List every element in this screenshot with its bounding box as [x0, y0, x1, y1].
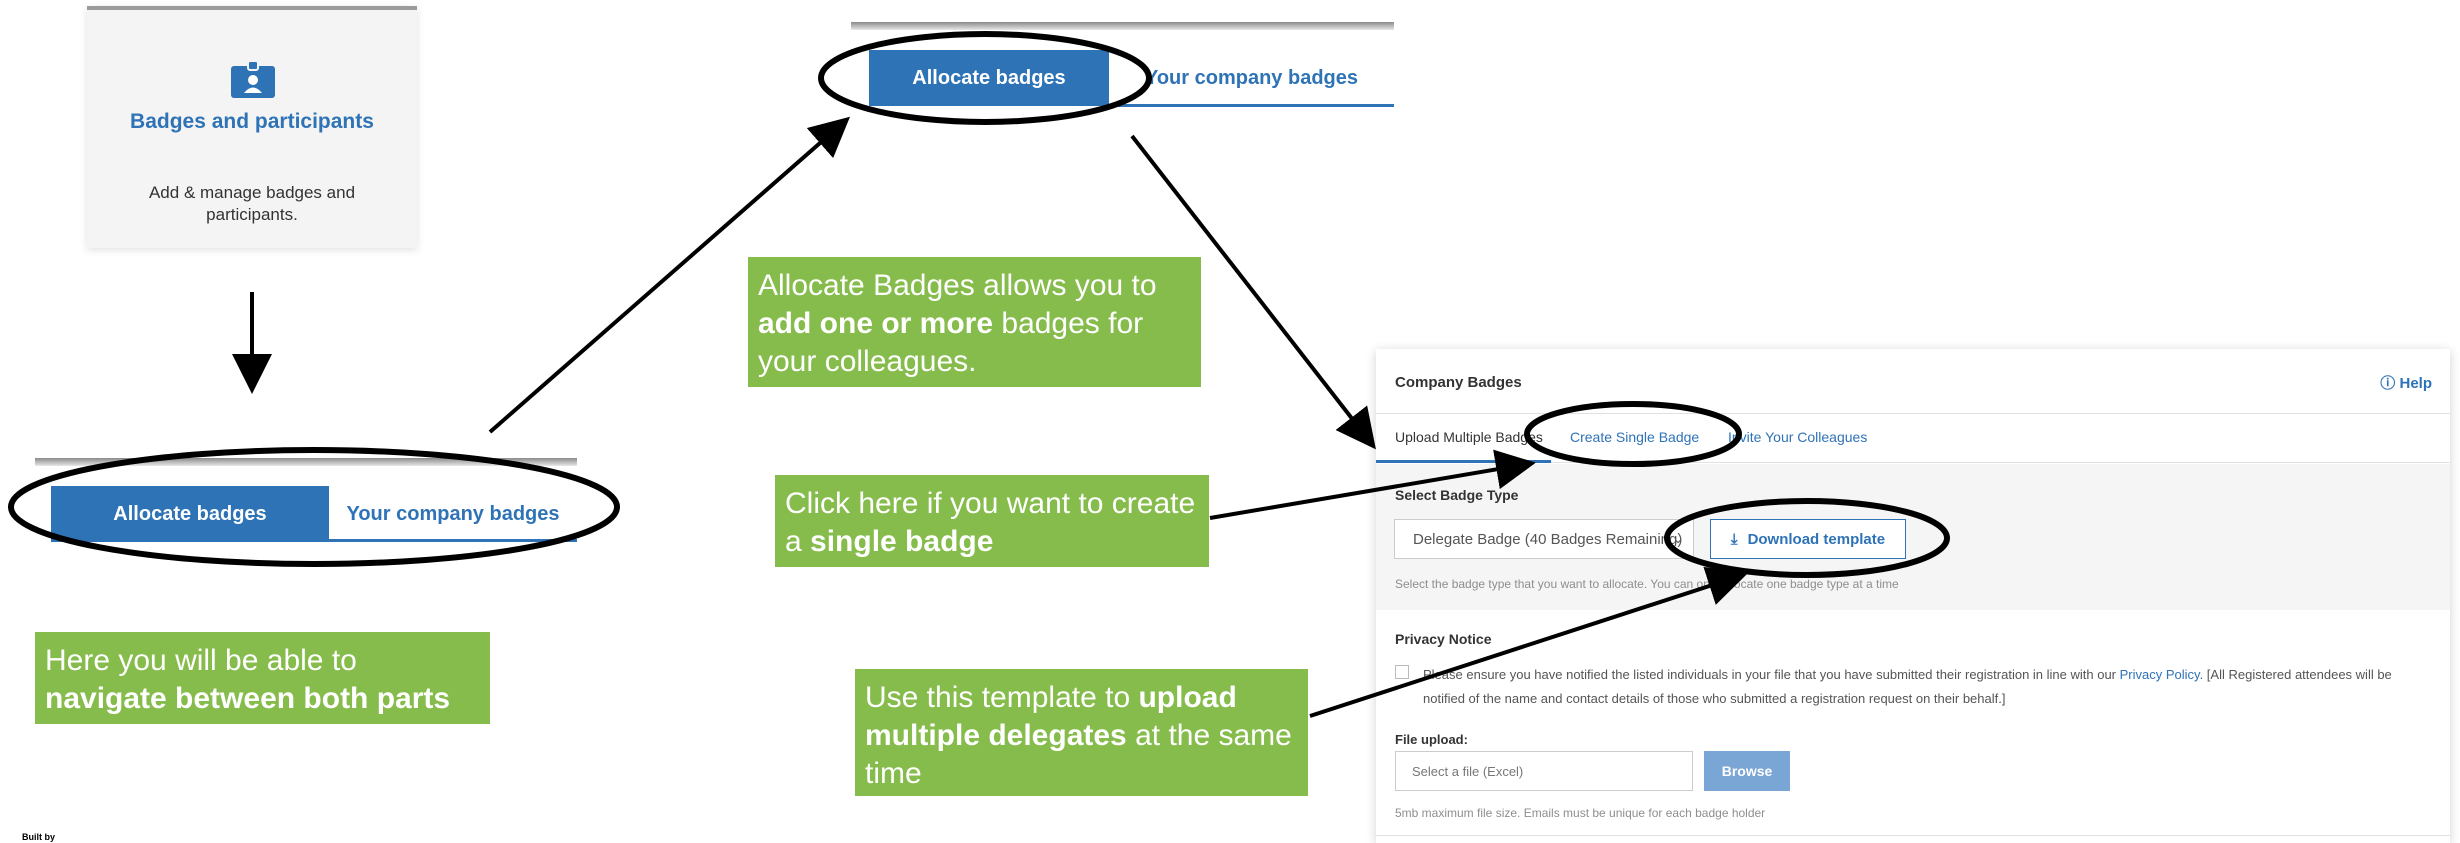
- tab-allocate-badges[interactable]: Allocate badges: [51, 486, 329, 542]
- callout-bold: add one or more: [758, 307, 994, 340]
- tabs-shadow: [35, 458, 577, 466]
- callout-single-badge: Click here if you want to create a singl…: [775, 475, 1209, 567]
- badge-type-label: Select Badge Type: [1395, 487, 1519, 503]
- browse-button[interactable]: Browse: [1704, 751, 1790, 791]
- callout-template: Use this template to upload multiple del…: [855, 669, 1308, 796]
- badges-participants-card[interactable]: Badges and participants Add & manage bad…: [87, 6, 417, 248]
- tab-upload-multiple[interactable]: Upload Multiple Badges: [1395, 429, 1543, 445]
- tab-underline: [329, 539, 577, 542]
- download-icon: ⤓: [1730, 530, 1738, 548]
- tabs-widget-first: Allocate badges Your company badges: [35, 458, 577, 542]
- card-description: Add & manage badges and participants.: [148, 183, 356, 224]
- tabs-shadow: [851, 22, 1394, 30]
- help-label: Help: [2399, 375, 2432, 392]
- privacy-checkbox[interactable]: [1395, 665, 1409, 679]
- callout-text: Here you will be able to: [45, 644, 357, 677]
- callout-allocate: Allocate Badges allows you to add one or…: [748, 257, 1201, 387]
- badge-type-value: Delegate Badge (40 Badges Remaining): [1413, 530, 1683, 548]
- tab-underline: [1109, 104, 1394, 107]
- callout-text: Allocate Badges allows you to: [758, 269, 1157, 302]
- active-tab-underline: [1376, 460, 1551, 463]
- tab-allocate-badges[interactable]: Allocate badges: [869, 50, 1109, 106]
- help-icon: ⓘ: [2380, 375, 2396, 392]
- file-upload-label: File upload:: [1395, 732, 1468, 747]
- privacy-text-part: Please ensure you have notified the list…: [1423, 667, 2120, 682]
- help-link[interactable]: ⓘ Help: [2380, 372, 2432, 393]
- id-badge-icon: [231, 60, 275, 98]
- callout-text: Use this template to: [865, 681, 1139, 714]
- file-placeholder: Select a file (Excel): [1412, 763, 1524, 779]
- tab-create-single[interactable]: Create Single Badge: [1570, 429, 1699, 445]
- card-title: Badges and participants: [130, 110, 374, 133]
- tabs-widget-second: Allocate badges Your company badges: [851, 22, 1394, 110]
- company-badges-panel: Company Badges ⓘ Help Upload Multiple Ba…: [1376, 349, 2450, 843]
- panel-title: Company Badges: [1395, 374, 1522, 391]
- badge-type-hint: Select the badge type that you want to a…: [1395, 577, 1899, 591]
- divider: [1376, 835, 2450, 836]
- tab-your-company-badges[interactable]: Your company badges: [1109, 50, 1394, 106]
- callout-navigate: Here you will be able to navigate betwee…: [35, 632, 490, 724]
- privacy-policy-link[interactable]: Privacy Policy: [2120, 667, 2200, 682]
- privacy-title: Privacy Notice: [1395, 631, 1492, 647]
- tab-invite-colleagues[interactable]: Invite Your Colleagues: [1728, 429, 1867, 445]
- download-template-button[interactable]: ⤓ Download template: [1710, 519, 1906, 559]
- download-label: Download template: [1747, 530, 1886, 548]
- callout-bold: single badge: [810, 525, 994, 558]
- file-hint: 5mb maximum file size. Emails must be un…: [1395, 806, 1766, 820]
- divider: [1376, 413, 2450, 414]
- chevron-down-icon: ⌄: [1672, 532, 1683, 546]
- badge-type-select[interactable]: Delegate Badge (40 Badges Remaining) ⌄: [1394, 519, 1694, 559]
- tab-your-company-badges[interactable]: Your company badges: [329, 486, 577, 542]
- file-upload-input[interactable]: Select a file (Excel): [1395, 751, 1693, 791]
- callout-bold: navigate between both parts: [45, 682, 451, 715]
- built-by-mark: Built by: [22, 832, 55, 842]
- privacy-text: Please ensure you have notified the list…: [1423, 663, 2423, 711]
